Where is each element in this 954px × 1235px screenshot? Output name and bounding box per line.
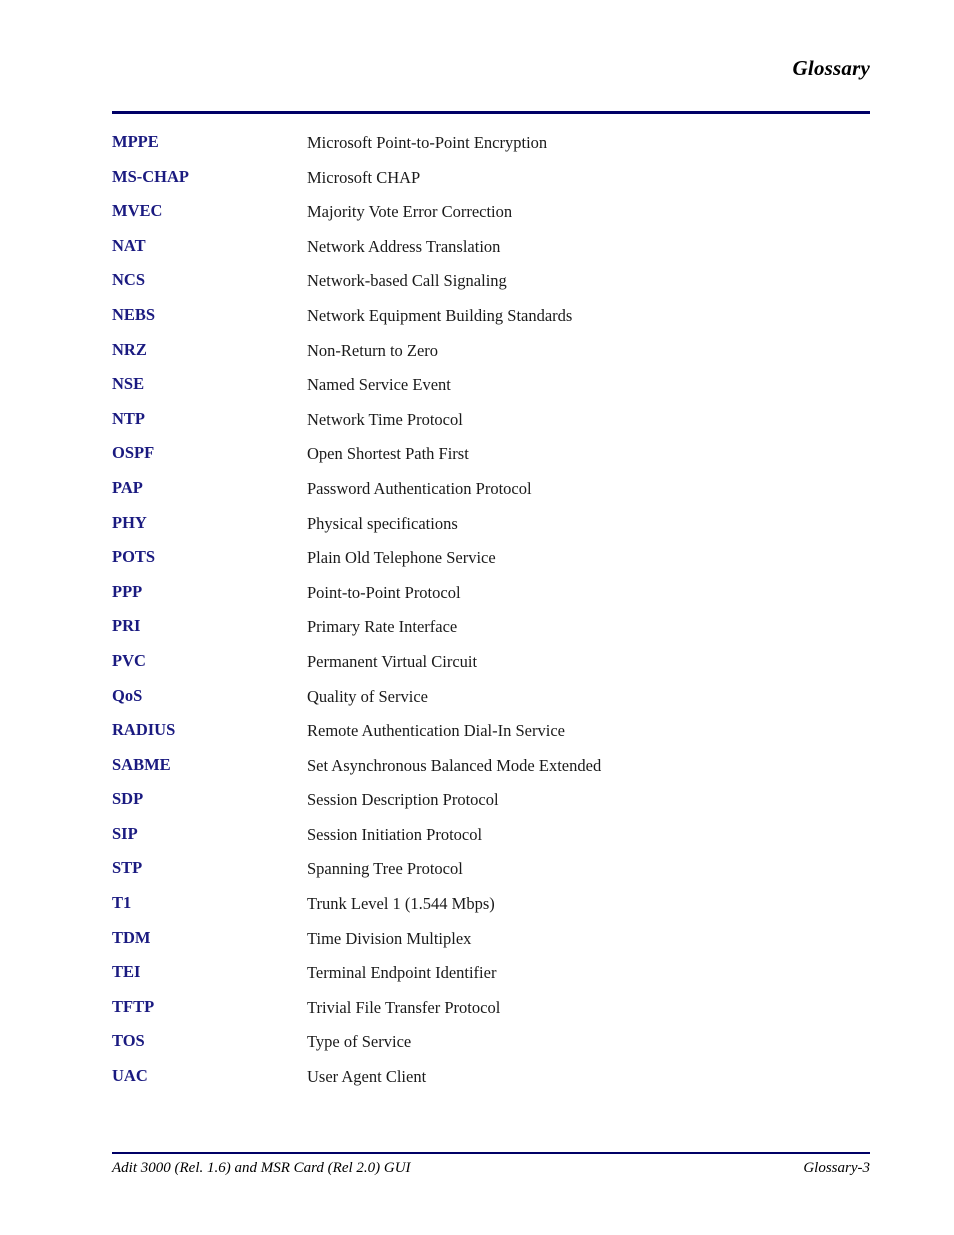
glossary-entry: PVC Permanent Virtual Circuit	[112, 651, 870, 686]
glossary-definition: Permanent Virtual Circuit	[307, 651, 478, 671]
glossary-definition: Majority Vote Error Correction	[307, 202, 513, 222]
glossary-term-list: MPPE Microsoft Point-to-Point Encryption M…	[112, 132, 870, 1101]
glossary-term: NRZ	[112, 339, 147, 359]
glossary-entry: NCS Network-based Call Signaling	[112, 270, 870, 305]
glossary-entry: MVEC Majority Vote Error Correction	[112, 201, 870, 236]
glossary-term: PRI	[112, 616, 141, 636]
glossary-entry: SABME Set Asynchronous Balanced Mode Exte…	[112, 755, 870, 790]
glossary-definition: Type of Service	[307, 1032, 412, 1052]
glossary-term: PPP	[112, 581, 143, 601]
glossary-entry: MS-CHAP Microsoft CHAP	[112, 167, 870, 202]
glossary-entry: QoS Quality of Service	[112, 686, 870, 721]
glossary-definition: User Agent Client	[307, 1067, 427, 1087]
page-footer: Adit 3000 (Rel. 1.6) and MSR Card (Rel 2…	[112, 1160, 870, 1184]
glossary-definition: Microsoft CHAP	[307, 167, 421, 187]
glossary-definition: Physical specifications	[307, 513, 458, 533]
glossary-definition: Plain Old Telephone Service	[307, 548, 496, 568]
glossary-term: SDP	[112, 789, 144, 809]
glossary-entry: MPPE Microsoft Point-to-Point Encryption	[112, 132, 870, 167]
glossary-definition: Session Description Protocol	[307, 790, 499, 810]
glossary-term: STP	[112, 858, 143, 878]
glossary-term: TDM	[112, 927, 151, 947]
glossary-term: NEBS	[112, 304, 156, 324]
glossary-term: QoS	[112, 685, 143, 705]
glossary-definition: Network Equipment Building Standards	[307, 305, 573, 325]
glossary-term: UAC	[112, 1066, 148, 1086]
glossary-term: TFTP	[112, 996, 155, 1016]
glossary-entry: NAT Network Address Translation	[112, 236, 870, 271]
glossary-definition: Non-Return to Zero	[307, 340, 439, 360]
glossary-definition: Open Shortest Path First	[307, 444, 469, 464]
glossary-term: MPPE	[112, 132, 159, 151]
glossary-entry: NSE Named Service Event	[112, 374, 870, 409]
glossary-entry: UAC User Agent Client	[112, 1066, 870, 1101]
glossary-term: T1	[112, 893, 132, 913]
glossary-definition: Trunk Level 1 (1.544 Mbps)	[307, 894, 495, 914]
glossary-definition: Spanning Tree Protocol	[307, 859, 463, 879]
glossary-entry: STP Spanning Tree Protocol	[112, 858, 870, 893]
glossary-entry: POTS Plain Old Telephone Service	[112, 547, 870, 582]
page-header: Glossary	[112, 56, 870, 88]
glossary-definition: Network Address Translation	[307, 236, 501, 256]
glossary-page: Glossary MPPE Microsoft Point-to-Point En…	[0, 0, 954, 1235]
glossary-entry: PHY Physical specifications	[112, 513, 870, 548]
glossary-entry: OSPF Open Shortest Path First	[112, 443, 870, 478]
glossary-entry: RADIUS Remote Authentication Dial-In Serv…	[112, 720, 870, 755]
glossary-definition: Time Division Multiplex	[307, 928, 472, 948]
glossary-entry: PRI Primary Rate Interface	[112, 616, 870, 651]
glossary-entry: TFTP Trivial File Transfer Protocol	[112, 997, 870, 1032]
glossary-definition: Set Asynchronous Balanced Mode Extended	[307, 755, 602, 775]
glossary-entry: PPP Point-to-Point Protocol	[112, 582, 870, 617]
glossary-definition: Password Authentication Protocol	[307, 478, 532, 498]
glossary-term: RADIUS	[112, 720, 176, 740]
footer-divider	[112, 1152, 870, 1154]
glossary-entry: TDM Time Division Multiplex	[112, 928, 870, 963]
glossary-entry: SDP Session Description Protocol	[112, 789, 870, 824]
glossary-entry: PAP Password Authentication Protocol	[112, 478, 870, 513]
glossary-entry: NTP Network Time Protocol	[112, 409, 870, 444]
glossary-definition: Primary Rate Interface	[307, 617, 458, 637]
glossary-definition: Session Initiation Protocol	[307, 824, 483, 844]
glossary-term: OSPF	[112, 443, 155, 463]
glossary-entry: NEBS Network Equipment Building Standards	[112, 305, 870, 340]
glossary-term: TEI	[112, 962, 141, 982]
glossary-entry: T1 Trunk Level 1 (1.544 Mbps)	[112, 893, 870, 928]
glossary-term: MS-CHAP	[112, 166, 189, 186]
glossary-term: MVEC	[112, 201, 163, 221]
glossary-term: NCS	[112, 270, 146, 290]
glossary-term: TOS	[112, 1031, 145, 1051]
glossary-entry: NRZ Non-Return to Zero	[112, 340, 870, 375]
glossary-definition: Named Service Event	[307, 375, 451, 395]
glossary-definition: Point-to-Point Protocol	[307, 582, 461, 602]
glossary-entry: SIP Session Initiation Protocol	[112, 824, 870, 859]
glossary-term: NTP	[112, 408, 145, 428]
glossary-term: SABME	[112, 754, 171, 774]
header-divider	[112, 111, 870, 114]
glossary-term: NAT	[112, 235, 146, 255]
glossary-definition: Remote Authentication Dial-In Service	[307, 721, 565, 741]
glossary-definition: Network-based Call Signaling	[307, 271, 507, 291]
footer-page-number: Glossary-3	[803, 1160, 870, 1176]
glossary-term: PVC	[112, 650, 146, 670]
glossary-entry: TOS Type of Service	[112, 1031, 870, 1066]
glossary-definition: Microsoft Point-to-Point Encryption	[307, 133, 548, 152]
glossary-term: NSE	[112, 374, 145, 394]
page-title: Glossary	[792, 56, 870, 80]
glossary-term: PAP	[112, 477, 143, 497]
glossary-term: PHY	[112, 512, 147, 532]
glossary-entry: TEI Terminal Endpoint Identifier	[112, 962, 870, 997]
glossary-definition: Trivial File Transfer Protocol	[307, 997, 501, 1017]
glossary-definition: Quality of Service	[307, 686, 428, 706]
glossary-definition: Terminal Endpoint Identifier	[307, 963, 497, 983]
glossary-definition: Network Time Protocol	[307, 409, 463, 429]
footer-document-title: Adit 3000 (Rel. 1.6) and MSR Card (Rel 2…	[112, 1160, 411, 1176]
glossary-term: POTS	[112, 547, 156, 567]
glossary-term: SIP	[112, 823, 138, 843]
